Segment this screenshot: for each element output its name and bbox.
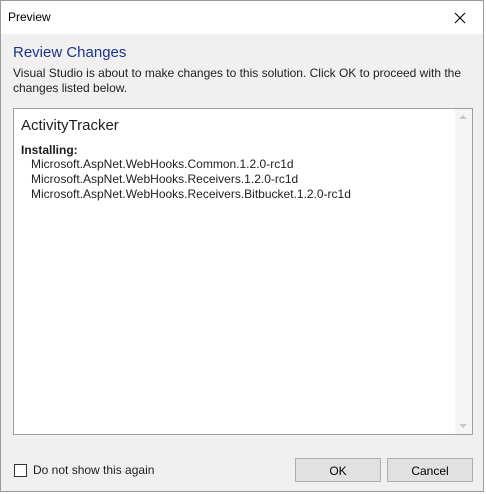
package-list: Microsoft.AspNet.WebHooks.Common.1.2.0-r… bbox=[21, 157, 451, 202]
package-item: Microsoft.AspNet.WebHooks.Common.1.2.0-r… bbox=[31, 157, 294, 171]
scroll-up-arrow-icon[interactable] bbox=[459, 115, 467, 119]
package-item: Microsoft.AspNet.WebHooks.Receivers.Bitb… bbox=[31, 187, 351, 201]
description-text: Visual Studio is about to make changes t… bbox=[13, 66, 462, 95]
package-item: Microsoft.AspNet.WebHooks.Receivers.1.2.… bbox=[31, 172, 299, 186]
do-not-show-again-label: Do not show this again bbox=[33, 463, 155, 477]
installing-section-title: Installing: bbox=[21, 143, 78, 157]
preview-dialog: Preview Review Changes Visual Studio is … bbox=[0, 0, 484, 492]
title-bar: Preview bbox=[1, 1, 483, 34]
changes-content: ActivityTracker Installing: Microsoft.As… bbox=[21, 117, 451, 202]
review-changes-heading: Review Changes bbox=[13, 44, 127, 61]
project-name: ActivityTracker bbox=[21, 117, 119, 134]
close-button[interactable] bbox=[437, 1, 483, 34]
do-not-show-again-option[interactable]: Do not show this again bbox=[14, 462, 154, 478]
close-icon bbox=[454, 12, 466, 24]
do-not-show-again-checkbox[interactable] bbox=[14, 463, 27, 477]
scroll-down-arrow-icon[interactable] bbox=[459, 424, 467, 428]
window-title: Preview bbox=[8, 10, 51, 24]
cancel-button[interactable]: Cancel bbox=[387, 458, 473, 482]
changes-list-box[interactable]: ActivityTracker Installing: Microsoft.As… bbox=[13, 108, 473, 435]
vertical-scrollbar[interactable] bbox=[455, 109, 472, 434]
ok-button[interactable]: OK bbox=[295, 458, 381, 482]
